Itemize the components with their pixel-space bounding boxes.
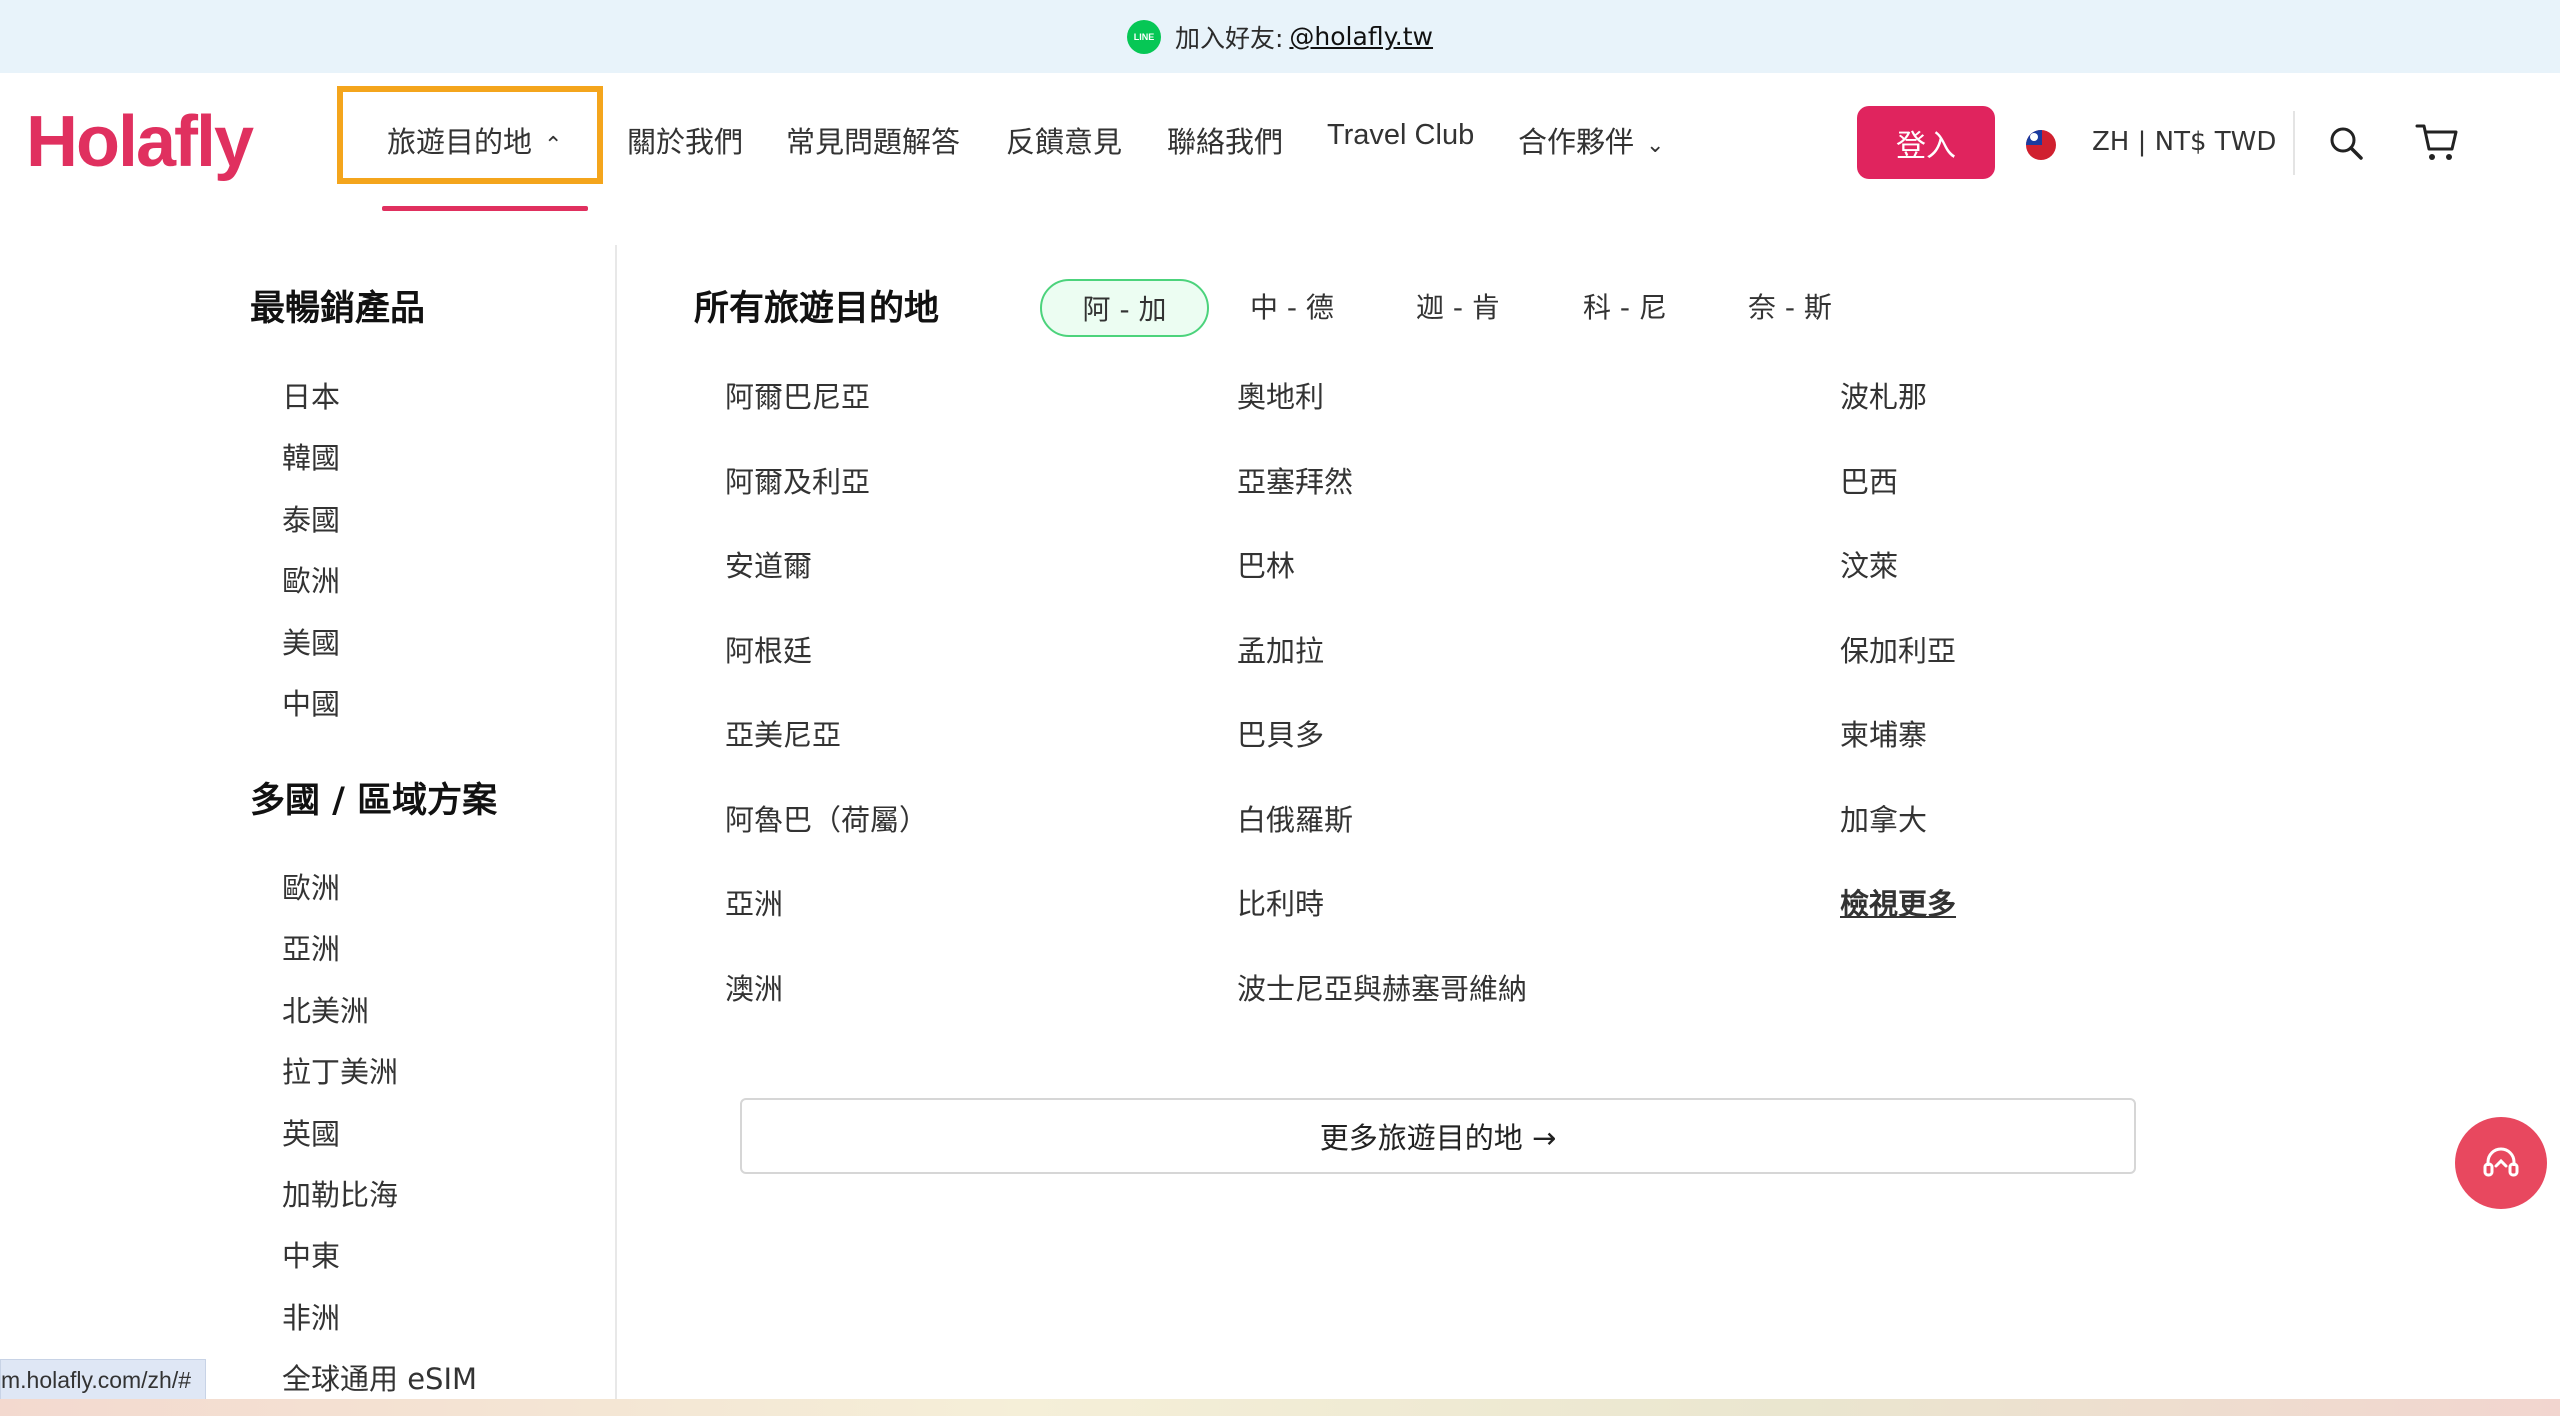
nav-faq[interactable]: 常見問題解答 [786,119,960,161]
destination-link[interactable]: 巴西 [1840,451,1956,536]
regional-item[interactable]: 非洲 [282,1288,477,1349]
regional-item[interactable]: 拉丁美洲 [282,1042,477,1103]
header-divider [2293,111,2295,175]
destination-link[interactable]: 孟加拉 [1237,620,1527,705]
taskbar-strip [0,1399,2560,1416]
holafly-logo[interactable]: Holafly [26,101,254,183]
chevron-down-icon: ⌄ [1646,133,1665,158]
destination-link[interactable]: 阿爾及利亞 [725,451,928,536]
nav-partners[interactable]: 合作夥伴 ⌄ [1518,119,1664,161]
bestseller-item[interactable]: 歐洲 [282,551,340,612]
bestseller-item[interactable]: 韓國 [282,428,340,489]
destination-link[interactable]: 比利時 [1237,873,1527,958]
nav-contact[interactable]: 聯絡我們 [1167,119,1283,161]
destination-link[interactable]: 安道爾 [725,535,928,620]
destination-link[interactable]: 亞塞拜然 [1237,451,1527,536]
taiwan-flag-icon[interactable] [2026,130,2056,160]
destination-link[interactable]: 加拿大 [1840,789,1956,874]
line-handle-link[interactable]: @holafly.tw [1289,22,1433,51]
regional-list: 歐洲 亞洲 北美洲 拉丁美洲 英國 加勒比海 中東 非洲 全球通用 eSIM [282,858,477,1411]
regional-title: 多國 / 區域方案 [250,781,498,821]
tab-zhong-de[interactable]: 中 - 德 [1250,279,1334,337]
nav-about[interactable]: 關於我們 [627,119,743,161]
bestseller-item[interactable]: 泰國 [282,490,340,551]
bestseller-item[interactable]: 美國 [282,613,340,674]
column-divider [615,245,617,1405]
destination-link[interactable]: 巴林 [1237,535,1527,620]
headset-icon [2483,1147,2519,1177]
banner-text: 加入好友: [1174,23,1284,53]
status-bar-url: m.holafly.com/zh/# [0,1359,207,1401]
destination-link[interactable]: 波士尼亞與赫塞哥維納 [1237,958,1527,1043]
tab-jia-ken[interactable]: 迦 - 肯 [1416,279,1500,337]
destination-link[interactable]: 阿根廷 [725,620,928,705]
destination-link[interactable]: 柬埔寨 [1840,704,1956,789]
nav-destinations-label: 旅遊目的地 [387,125,533,159]
site-header: Holafly 旅遊目的地 ⌃ 關於我們 常見問題解答 反饋意見 聯絡我們 Tra… [0,73,2560,213]
nav-feedback[interactable]: 反饋意見 [1006,119,1122,161]
bestseller-item[interactable]: 日本 [282,367,340,428]
bestsellers-list: 日本 韓國 泰國 歐洲 美國 中國 [282,367,340,735]
regional-item[interactable]: 亞洲 [282,919,477,980]
top-banner: LINE 加入好友: @holafly.tw [0,0,2560,73]
destination-column-3: 波札那 巴西 汶萊 保加利亞 柬埔寨 加拿大 檢視更多 [1840,366,1956,958]
destination-column-2: 奧地利 亞塞拜然 巴林 孟加拉 巴貝多 白俄羅斯 比利時 波士尼亞與赫塞哥維納 [1237,366,1527,1042]
tab-ke-ni[interactable]: 科 - 尼 [1583,279,1667,337]
chevron-up-icon: ⌃ [544,133,563,158]
regional-item[interactable]: 中東 [282,1226,477,1287]
destination-link[interactable]: 奧地利 [1237,366,1527,451]
nav-destinations[interactable]: 旅遊目的地 ⌃ [387,119,562,161]
destination-link[interactable]: 保加利亞 [1840,620,1956,705]
destination-link[interactable]: 白俄羅斯 [1237,789,1527,874]
active-nav-underline [382,206,588,211]
destination-link[interactable]: 阿爾巴尼亞 [725,366,928,451]
view-more-link[interactable]: 檢視更多 [1840,873,1956,958]
line-icon: LINE [1126,19,1161,54]
search-icon[interactable] [2328,125,2364,161]
destination-link[interactable]: 汶萊 [1840,535,1956,620]
nav-partners-label: 合作夥伴 [1518,125,1635,159]
nav-travel-club[interactable]: Travel Club [1327,119,1474,152]
regional-item[interactable]: 英國 [282,1104,477,1165]
all-destinations-title: 所有旅遊目的地 [694,289,940,329]
bestsellers-title: 最暢銷產品 [250,289,426,329]
more-destinations-button[interactable]: 更多旅遊目的地 → [740,1098,2136,1174]
destination-link[interactable]: 澳洲 [725,958,928,1043]
support-chat-button[interactable] [2455,1117,2547,1209]
regional-item[interactable]: 加勒比海 [282,1165,477,1226]
locale-currency-selector[interactable]: ZH | NT$ TWD [2092,127,2276,157]
cart-icon[interactable] [2415,121,2459,163]
bestseller-item[interactable]: 中國 [282,674,340,735]
destination-column-1: 阿爾巴尼亞 阿爾及利亞 安道爾 阿根廷 亞美尼亞 阿魯巴（荷屬） 亞洲 澳洲 [725,366,928,1042]
tab-nai-si[interactable]: 奈 - 斯 [1748,279,1832,337]
login-button[interactable]: 登入 [1857,106,1995,179]
destination-link[interactable]: 波札那 [1840,366,1956,451]
destination-link[interactable]: 巴貝多 [1237,704,1527,789]
destination-link[interactable]: 亞美尼亞 [725,704,928,789]
destination-link[interactable]: 亞洲 [725,873,928,958]
regional-item[interactable]: 北美洲 [282,981,477,1042]
regional-item[interactable]: 歐洲 [282,858,477,919]
tab-a-ga[interactable]: 阿 - 加 [1040,279,1209,337]
destination-link[interactable]: 阿魯巴（荷屬） [725,789,928,874]
